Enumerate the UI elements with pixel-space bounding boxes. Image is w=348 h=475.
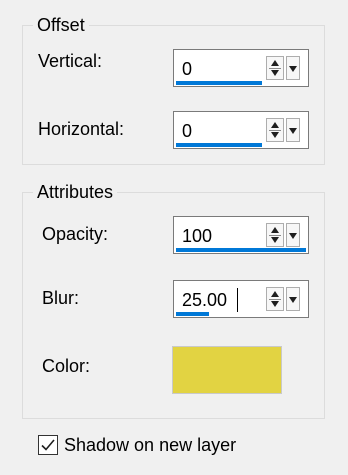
- blur-spinbox[interactable]: 25.00: [173, 280, 309, 318]
- chevron-down-icon: [289, 66, 297, 72]
- opacity-label: Opacity:: [42, 224, 109, 244]
- arrow-up-icon: [271, 291, 279, 297]
- horizontal-spin-buttons[interactable]: [266, 118, 304, 142]
- vertical-spinbox[interactable]: 0: [173, 49, 309, 87]
- chevron-down-icon: [289, 297, 297, 303]
- arrow-down-icon: [271, 70, 279, 76]
- blur-dropdown-button[interactable]: [286, 287, 300, 311]
- vertical-dropdown-button[interactable]: [286, 56, 300, 80]
- opacity-updown-arrows-icon[interactable]: [266, 223, 284, 247]
- arrow-divider: [269, 68, 281, 69]
- blur-updown-arrows-icon[interactable]: [266, 287, 284, 311]
- shadow-on-new-layer-checkbox[interactable]: [38, 435, 58, 455]
- chevron-down-icon: [289, 233, 297, 239]
- chevron-down-icon: [289, 128, 297, 134]
- color-label: Color:: [42, 356, 91, 376]
- arrow-divider: [269, 235, 281, 236]
- vertical-level-bar: [176, 81, 262, 85]
- blur-value[interactable]: 25.00: [182, 289, 227, 311]
- vertical-spin-buttons[interactable]: [266, 56, 304, 80]
- arrow-down-icon: [271, 237, 279, 243]
- attributes-group-title: Attributes: [33, 181, 118, 203]
- blur-label: Blur:: [42, 288, 80, 308]
- horizontal-label: Horizontal:: [38, 119, 125, 139]
- arrow-down-icon: [271, 301, 279, 307]
- arrow-up-icon: [271, 60, 279, 66]
- arrow-down-icon: [271, 132, 279, 138]
- opacity-spin-buttons[interactable]: [266, 223, 304, 247]
- vertical-updown-arrows-icon[interactable]: [266, 56, 284, 80]
- vertical-value[interactable]: 0: [182, 58, 192, 80]
- arrow-up-icon: [271, 122, 279, 128]
- shadow-on-new-layer-label: Shadow on new layer: [64, 435, 237, 455]
- offset-group-title: Offset: [33, 14, 89, 36]
- vertical-label: Vertical:: [38, 51, 103, 71]
- opacity-dropdown-button[interactable]: [286, 223, 300, 247]
- checkmark-icon: [41, 439, 55, 451]
- opacity-spinbox[interactable]: 100: [173, 216, 309, 254]
- color-swatch[interactable]: [172, 346, 282, 394]
- horizontal-value[interactable]: 0: [182, 120, 192, 142]
- horizontal-dropdown-button[interactable]: [286, 118, 300, 142]
- blur-level-bar: [176, 312, 209, 316]
- horizontal-updown-arrows-icon[interactable]: [266, 118, 284, 142]
- arrow-divider: [269, 130, 281, 131]
- horizontal-level-bar: [176, 143, 262, 147]
- opacity-level-bar: [176, 248, 306, 252]
- text-cursor: [237, 288, 238, 312]
- arrow-divider: [269, 299, 281, 300]
- opacity-value[interactable]: 100: [182, 225, 212, 247]
- horizontal-spinbox[interactable]: 0: [173, 111, 309, 149]
- blur-spin-buttons[interactable]: [266, 287, 304, 311]
- arrow-up-icon: [271, 227, 279, 233]
